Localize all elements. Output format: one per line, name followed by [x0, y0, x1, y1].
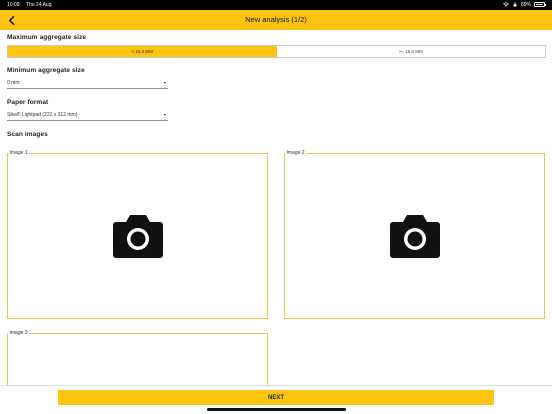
- home-indicator: [207, 408, 346, 411]
- scan-images-label: Scan images: [7, 131, 48, 138]
- bottom-bar: NEXT: [0, 385, 552, 414]
- status-bar: 10:09 Thu 24 Aug 89%: [0, 0, 552, 10]
- status-date: Thu 24 Aug: [25, 2, 52, 8]
- status-time: 10:09: [7, 2, 20, 8]
- segment-greater-equal-16[interactable]: >= 16.0 MM: [277, 46, 546, 57]
- lock-rotation-icon: [513, 2, 517, 7]
- image-slot-label: Image 1: [8, 150, 30, 157]
- paper-format-value: Sika® Lightpad (222 x 312 mm): [7, 112, 78, 118]
- segment-less-than-16[interactable]: < 16.0 MM: [8, 46, 277, 57]
- paper-format-label: Paper format: [7, 99, 49, 106]
- min-aggregate-value: 0 mm: [7, 80, 20, 86]
- min-aggregate-dropdown[interactable]: 0 mm: [7, 78, 168, 89]
- image-slot-label: Image 3: [8, 330, 30, 337]
- camera-icon: [389, 215, 440, 258]
- battery-percent: 89%: [520, 1, 531, 8]
- next-button[interactable]: NEXT: [58, 390, 494, 405]
- image-slot-2[interactable]: Image 2: [284, 150, 545, 319]
- status-right: 89%: [503, 1, 546, 8]
- camera-icon: [112, 215, 163, 258]
- chevron-down-icon: [164, 114, 166, 116]
- image-slot-label: Image 2: [285, 150, 307, 157]
- paper-format-dropdown[interactable]: Sika® Lightpad (222 x 312 mm): [7, 110, 168, 121]
- page-title: New analysis (1/2): [245, 15, 307, 24]
- battery-icon: [534, 2, 546, 7]
- image-slot-1[interactable]: Image 1: [7, 150, 268, 319]
- max-aggregate-segmented-control: < 16.0 MM >= 16.0 MM: [7, 45, 546, 58]
- max-aggregate-label: Maximum aggregate size: [7, 34, 87, 41]
- navigation-bar: New analysis (1/2): [0, 10, 552, 30]
- min-aggregate-label: Minimum aggregate size: [7, 67, 85, 74]
- wifi-icon: [503, 2, 509, 7]
- status-left: 10:09 Thu 24 Aug: [7, 2, 51, 8]
- chevron-down-icon: [164, 82, 166, 84]
